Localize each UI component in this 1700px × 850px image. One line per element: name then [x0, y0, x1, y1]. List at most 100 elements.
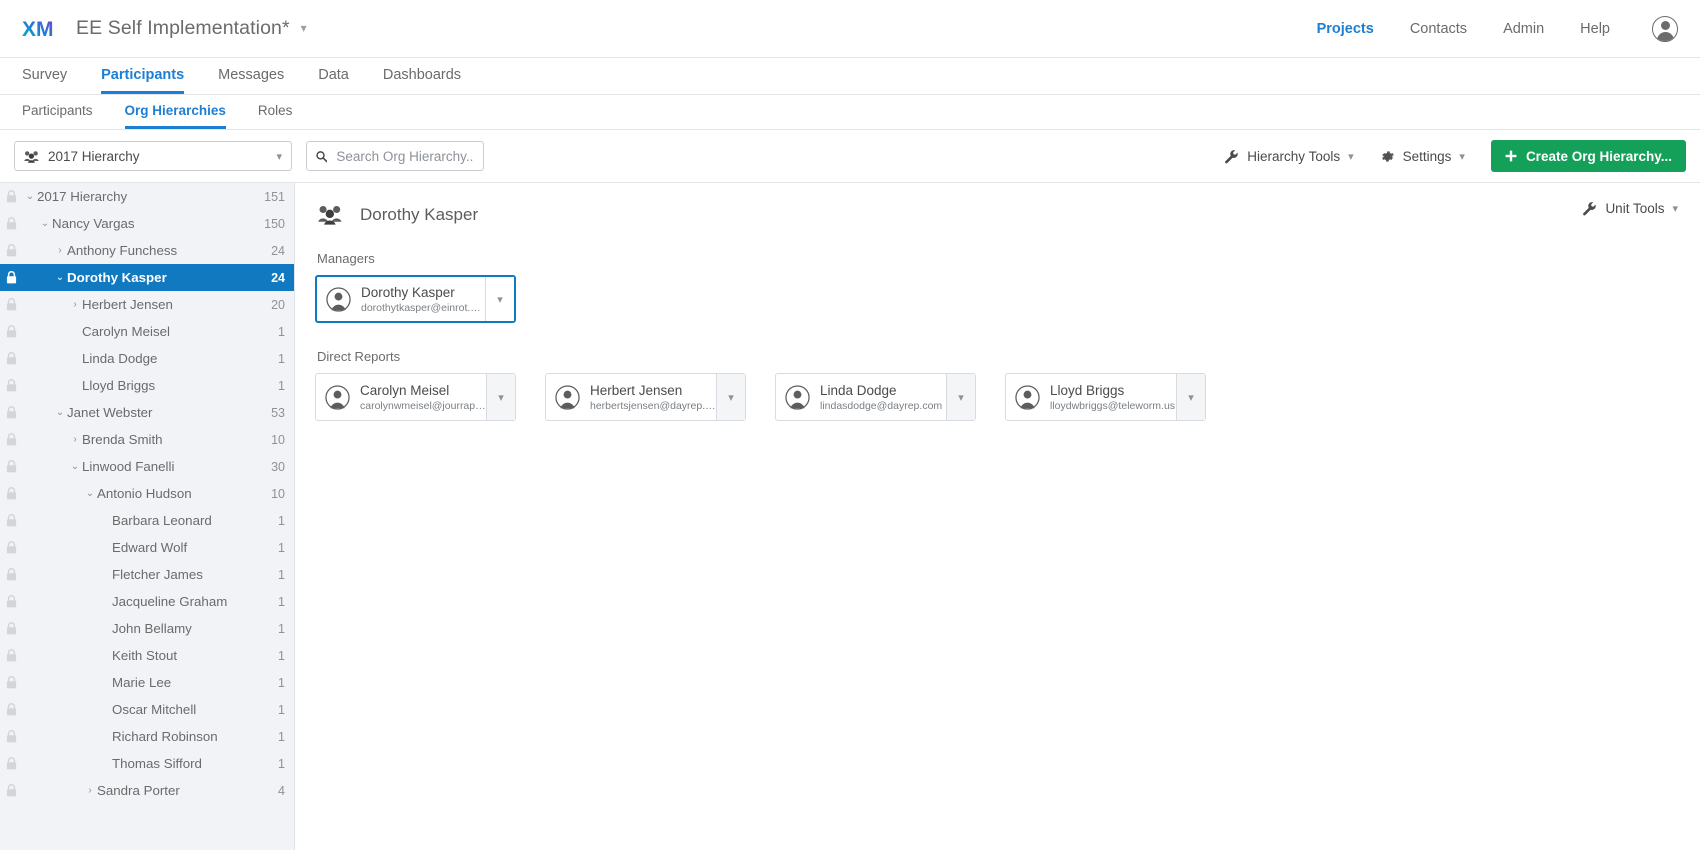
person-card-main[interactable]: Herbert Jensen herbertsjensen@dayrep.com: [546, 374, 716, 420]
lock-icon: [6, 622, 17, 635]
project-title: EE Self Implementation*: [76, 17, 290, 39]
tree-row-count: 20: [271, 297, 285, 312]
tree-chevron-down-icon[interactable]: ⌄: [23, 191, 37, 202]
topnav-item-contacts[interactable]: Contacts: [1410, 21, 1467, 37]
hierarchy-select[interactable]: 2017 Hierarchy ▾: [14, 141, 292, 171]
subtab-participants[interactable]: Participants: [22, 95, 93, 129]
settings-button[interactable]: Settings ▾: [1380, 149, 1465, 164]
tree-row-count: 1: [278, 351, 285, 366]
tree-row[interactable]: Edward Wolf 1: [0, 534, 294, 561]
tree-row-label: Barbara Leonard: [112, 513, 212, 528]
tree-row[interactable]: › Anthony Funchess 24: [0, 237, 294, 264]
lock-icon: [6, 460, 17, 473]
hierarchy-tools-button[interactable]: Hierarchy Tools ▾: [1224, 148, 1354, 164]
lock-icon: [0, 703, 23, 716]
lock-icon: [0, 406, 23, 419]
direct-report-card[interactable]: Herbert Jensen herbertsjensen@dayrep.com…: [545, 373, 746, 421]
subtab-roles[interactable]: Roles: [258, 95, 293, 129]
tree-chevron-down-icon[interactable]: ⌄: [83, 488, 97, 499]
lock-icon: [0, 271, 23, 284]
tree-row[interactable]: Carolyn Meisel 1: [0, 318, 294, 345]
tree-row[interactable]: Lloyd Briggs 1: [0, 372, 294, 399]
person-avatar-icon: [555, 384, 580, 410]
tree-row-label: Brenda Smith: [82, 432, 163, 447]
direct-report-card[interactable]: Lloyd Briggs lloydwbriggs@teleworm.us ▾: [1005, 373, 1206, 421]
tree-row-label: Anthony Funchess: [67, 243, 178, 258]
person-card-chevron-down-icon[interactable]: ▾: [486, 374, 515, 420]
person-card-main[interactable]: Lloyd Briggs lloydwbriggs@teleworm.us: [1006, 374, 1176, 420]
tree-row[interactable]: ⌄ Nancy Vargas 150: [0, 210, 294, 237]
tree-row[interactable]: › Sandra Porter 4: [0, 777, 294, 804]
tree-row[interactable]: Keith Stout 1: [0, 642, 294, 669]
person-card-main[interactable]: Linda Dodge lindasdodge@dayrep.com: [776, 374, 946, 420]
tree-row[interactable]: ⌄ 2017 Hierarchy 151: [0, 183, 294, 210]
tab-participants[interactable]: Participants: [101, 58, 185, 94]
tree-row[interactable]: Jacqueline Graham 1: [0, 588, 294, 615]
person-card-main[interactable]: Carolyn Meisel carolynwmeisel@jourrapide…: [316, 374, 486, 420]
tree-row-count: 1: [278, 648, 285, 663]
tree-row[interactable]: ⌄ Antonio Hudson 10: [0, 480, 294, 507]
unit-tools-label: Unit Tools: [1605, 201, 1665, 216]
lock-icon: [0, 676, 23, 689]
person-email: lloydwbriggs@teleworm.us: [1050, 399, 1176, 412]
person-card-chevron-down-icon[interactable]: ▾: [485, 277, 514, 321]
tab-messages[interactable]: Messages: [218, 58, 284, 94]
tree-row[interactable]: Marie Lee 1: [0, 669, 294, 696]
lock-icon: [6, 757, 17, 770]
topnav-item-help[interactable]: Help: [1580, 21, 1610, 37]
tree-row[interactable]: ⌄ Janet Webster 53: [0, 399, 294, 426]
lock-icon: [0, 514, 23, 527]
tree-row[interactable]: › Brenda Smith 10: [0, 426, 294, 453]
hierarchy-select-chevron-down-icon: ▾: [276, 150, 282, 163]
tree-chevron-right-icon[interactable]: ›: [68, 434, 82, 445]
account-avatar-icon[interactable]: [1652, 15, 1678, 42]
lock-icon: [6, 352, 17, 365]
tree-chevron-down-icon[interactable]: ⌄: [53, 407, 67, 418]
wrench-icon: [1225, 149, 1238, 163]
tree-chevron-down-icon[interactable]: ⌄: [53, 272, 67, 283]
tree-row-label: Fletcher James: [112, 567, 203, 582]
org-people-icon: [318, 205, 342, 225]
search-input[interactable]: [336, 148, 474, 164]
tree-row[interactable]: Barbara Leonard 1: [0, 507, 294, 534]
tree-row[interactable]: Thomas Sifford 1: [0, 750, 294, 777]
tree-row-label: 2017 Hierarchy: [37, 189, 128, 204]
direct-report-card[interactable]: Linda Dodge lindasdodge@dayrep.com ▾: [775, 373, 976, 421]
tree-row[interactable]: Oscar Mitchell 1: [0, 696, 294, 723]
hierarchy-tree-sidebar[interactable]: ⌄ 2017 Hierarchy 151 ⌄ Nancy Vargas 150 › Ant…: [0, 182, 295, 850]
person-card-chevron-down-icon[interactable]: ▾: [716, 374, 745, 420]
hierarchy-tools-label: Hierarchy Tools: [1247, 148, 1341, 164]
tab-dashboards[interactable]: Dashboards: [383, 58, 461, 94]
tree-chevron-right-icon[interactable]: ›: [68, 299, 82, 310]
tree-chevron-down-icon[interactable]: ⌄: [68, 461, 82, 472]
subtab-org-hierarchies[interactable]: Org Hierarchies: [124, 95, 226, 129]
topnav-item-admin[interactable]: Admin: [1503, 21, 1544, 37]
tree-row-count: 1: [278, 567, 285, 582]
create-org-hierarchy-button[interactable]: Create Org Hierarchy...: [1490, 140, 1686, 172]
xm-logo[interactable]: XM: [22, 16, 60, 42]
tree-row[interactable]: John Bellamy 1: [0, 615, 294, 642]
tree-row[interactable]: ⌄ Linwood Fanelli 30: [0, 453, 294, 480]
direct-report-card[interactable]: Carolyn Meisel carolynwmeisel@jourrapide…: [315, 373, 516, 421]
project-dropdown-chevron-down-icon[interactable]: ▾: [301, 21, 307, 35]
tab-data[interactable]: Data: [318, 58, 349, 94]
tree-row[interactable]: Richard Robinson 1: [0, 723, 294, 750]
lock-icon: [0, 487, 23, 500]
person-card-chevron-down-icon[interactable]: ▾: [946, 374, 975, 420]
tree-row[interactable]: Fletcher James 1: [0, 561, 294, 588]
tree-row[interactable]: › Herbert Jensen 20: [0, 291, 294, 318]
tree-row[interactable]: ⌄ Dorothy Kasper 24: [0, 264, 294, 291]
unit-header: Dorothy Kasper: [317, 204, 1680, 225]
person-card-chevron-down-icon[interactable]: ▾: [1176, 374, 1205, 420]
manager-card[interactable]: Dorothy Kasper dorothytkasper@einrot.com…: [315, 275, 516, 323]
tree-chevron-down-icon[interactable]: ⌄: [38, 218, 52, 229]
search-org-hierarchy-box[interactable]: [306, 141, 484, 171]
tab-survey[interactable]: Survey: [22, 58, 67, 94]
topnav-item-projects[interactable]: Projects: [1317, 21, 1374, 37]
person-card-main[interactable]: Dorothy Kasper dorothytkasper@einrot.com: [317, 277, 485, 321]
tree-row[interactable]: Linda Dodge 1: [0, 345, 294, 372]
tree-chevron-right-icon[interactable]: ›: [53, 245, 67, 256]
tree-row-label: Linwood Fanelli: [82, 459, 175, 474]
tree-chevron-right-icon[interactable]: ›: [83, 785, 97, 796]
unit-tools-button[interactable]: Unit Tools ▾: [1582, 201, 1678, 216]
